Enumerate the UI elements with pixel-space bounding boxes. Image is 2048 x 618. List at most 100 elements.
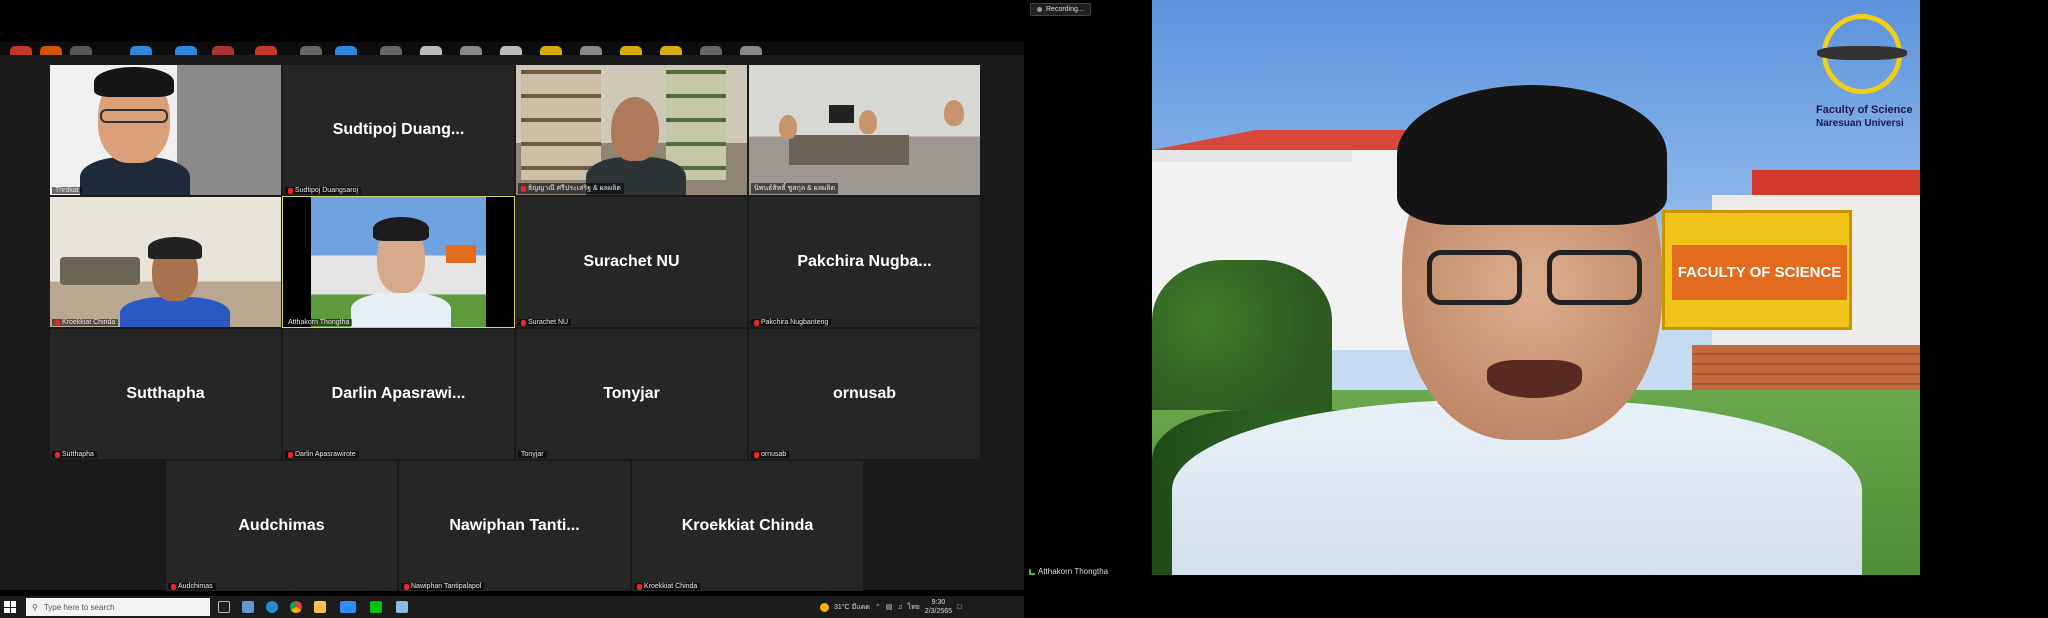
tab-icon[interactable]	[660, 46, 682, 55]
participant-tile[interactable]: ornusab ornusab	[749, 329, 980, 459]
speaker-hair	[1397, 85, 1667, 225]
chevron-up-icon[interactable]: ⌃	[875, 603, 881, 611]
tab-icon[interactable]	[460, 46, 482, 55]
volume-icon[interactable]: ♫	[897, 604, 902, 611]
participant-name-label: Kroekkiat Chinda	[634, 583, 701, 590]
windows-taskbar: ⚲ Type here to search 31°C มีแดด ⌃ ▤ ♫ ไ…	[0, 596, 1024, 618]
participant-tile[interactable]: Thrdkat	[50, 65, 281, 195]
participant-tile[interactable]: Kroekkiat Chinda Kroekkiat Chinda	[632, 461, 863, 591]
tab-icon[interactable]	[580, 46, 602, 55]
participant-name: ornusab	[832, 385, 897, 402]
document-icon[interactable]	[396, 601, 408, 613]
participant-video	[516, 65, 747, 195]
tab-icon[interactable]	[70, 46, 92, 55]
participant-tile-speaking[interactable]: Atthakorn Thongtha	[282, 196, 515, 328]
record-icon	[1037, 7, 1042, 12]
tab-icon[interactable]	[335, 46, 357, 55]
windows-start-icon[interactable]	[4, 601, 16, 613]
tab-icon[interactable]	[740, 46, 762, 55]
tab-icon[interactable]	[420, 46, 442, 55]
weather-text[interactable]: 31°C มีแดด	[834, 602, 870, 613]
tab-icon[interactable]	[40, 46, 62, 55]
system-tray: 31°C มีแดด ⌃ ▤ ♫ ไทย 9:30 2/3/2565 □	[820, 596, 961, 618]
active-speaker-video: FACULTY OF SCIENCE Faculty of Science Na…	[1152, 0, 1920, 575]
search-icon: ⚲	[32, 602, 38, 612]
tab-icon[interactable]	[380, 46, 402, 55]
participant-tile[interactable]: Audchimas Audchimas	[166, 461, 397, 591]
participant-tile[interactable]: Sudtipoj Duang... Sudtipoj Duangsaroj	[283, 65, 514, 195]
tab-icon[interactable]	[212, 46, 234, 55]
participant-tile[interactable]: Tonyjar Tonyjar	[516, 329, 747, 459]
mic-muted-icon	[55, 319, 60, 326]
participant-name-label: Thrdkat	[52, 187, 82, 194]
participant-video	[311, 197, 486, 327]
participant-name-label: Nawiphan Tantipalapol	[401, 583, 485, 590]
taskbar-clock[interactable]: 9:30 2/3/2565	[925, 598, 952, 616]
mic-muted-icon	[521, 319, 526, 326]
tab-icon[interactable]	[620, 46, 642, 55]
recording-indicator[interactable]: Recording...	[1030, 3, 1091, 16]
chrome-icon[interactable]	[290, 601, 302, 613]
mic-muted-icon	[171, 583, 176, 590]
taskbar-search-input[interactable]: ⚲ Type here to search	[26, 598, 210, 616]
participant-tile[interactable]: ธิญญาณี ศรีประเสริฐ & ผลผลิต	[516, 65, 747, 195]
weather-icon	[820, 602, 829, 612]
participant-tile[interactable]: Pakchira Nugba... Pakchira Nugbanteng	[749, 197, 980, 327]
participant-name-label: Audchimas	[168, 583, 216, 590]
tab-icon[interactable]	[175, 46, 197, 55]
gallery-view: Thrdkat Sudtipoj Duang... Sudtipoj Duang…	[50, 65, 980, 591]
participant-video	[50, 65, 281, 195]
participant-tile[interactable]: นิพนธ์สิทธิ์ ชูสกุล & ผลผลิต	[749, 65, 980, 195]
mic-muted-icon	[55, 451, 60, 458]
mic-muted-icon	[521, 185, 526, 192]
edge-icon[interactable]	[266, 601, 278, 613]
browser-tab-strip	[0, 42, 1024, 55]
participant-name: Audchimas	[238, 517, 325, 534]
mic-muted-icon	[754, 451, 759, 458]
participant-tile[interactable]: Sutthapha Sutthapha	[50, 329, 281, 459]
mic-muted-icon	[288, 451, 293, 458]
zoom-icon[interactable]	[340, 601, 356, 613]
tab-icon[interactable]	[130, 46, 152, 55]
active-speaker-name-label: Atthakorn Thongtha	[1026, 566, 1112, 577]
tab-icon[interactable]	[540, 46, 562, 55]
participant-video	[749, 65, 980, 195]
mic-muted-icon	[404, 583, 409, 590]
participant-name-label: Sudtipoj Duangsaroj	[285, 187, 362, 194]
participant-name: Sutthapha	[126, 385, 205, 402]
participant-name: Tonyjar	[603, 385, 660, 402]
mic-muted-icon	[637, 583, 642, 590]
participant-tile[interactable]: Surachet NU Surachet NU	[516, 197, 747, 327]
left-monitor: Thrdkat Sudtipoj Duang... Sudtipoj Duang…	[0, 0, 1024, 618]
participant-name-label: Kroekkiat Chinda	[52, 319, 119, 326]
network-icon[interactable]: ▤	[886, 603, 893, 611]
participant-name-label: Sutthapha	[52, 451, 97, 458]
speaker-mouth	[1487, 360, 1582, 398]
participant-name-label: ornusab	[751, 451, 790, 458]
task-view-icon[interactable]	[218, 601, 230, 613]
tab-icon[interactable]	[300, 46, 322, 55]
glasses	[1427, 250, 1522, 305]
file-icon[interactable]	[242, 601, 254, 613]
tab-icon[interactable]	[700, 46, 722, 55]
mic-muted-icon	[754, 319, 759, 326]
tab-icon[interactable]	[10, 46, 32, 55]
participant-name-label: Surachet NU	[518, 319, 572, 326]
tab-icon[interactable]	[500, 46, 522, 55]
connection-signal-icon	[1029, 568, 1035, 575]
participant-name-label: Darlin Apasrawirote	[285, 451, 359, 458]
participant-tile[interactable]: Kroekkiat Chinda	[50, 197, 281, 327]
faculty-logo: Faculty of Science Naresuan Universi	[1812, 8, 1913, 129]
file-explorer-icon[interactable]	[314, 601, 326, 613]
participant-name: Pakchira Nugba...	[797, 253, 932, 270]
line-icon[interactable]	[370, 601, 382, 613]
participant-tile[interactable]: Nawiphan Tanti... Nawiphan Tantipalapol	[399, 461, 630, 591]
mic-muted-icon	[288, 187, 293, 194]
zoom-meeting-window: Thrdkat Sudtipoj Duang... Sudtipoj Duang…	[0, 55, 1024, 591]
language-indicator[interactable]: ไทย	[908, 602, 920, 613]
tab-icon[interactable]	[255, 46, 277, 55]
participant-name-label: Tonyjar	[518, 451, 547, 458]
participant-tile[interactable]: Darlin Apasrawi... Darlin Apasrawirote	[283, 329, 514, 459]
notification-icon[interactable]: □	[957, 604, 961, 611]
faculty-sign: FACULTY OF SCIENCE	[1672, 245, 1847, 300]
